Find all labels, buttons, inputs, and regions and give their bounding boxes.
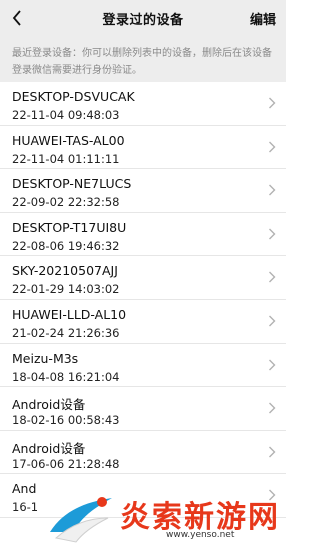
edit-button[interactable]: 编辑 — [250, 9, 276, 28]
device-time: 21-02-24 21:26:36 — [12, 325, 120, 340]
device-name: DESKTOP-T17UI8U — [12, 219, 127, 235]
chevron-right-icon — [269, 184, 276, 196]
watermark-url: www.yenso.net — [166, 530, 235, 540]
device-name: Android设备 — [12, 440, 86, 456]
device-name: HUAWEI-TAS-AL00 — [12, 132, 125, 148]
notice-text: 最近登录设备：你可以删除列表中的设备，删除后在该设备登录微信需要进行身份验证。 — [0, 36, 286, 82]
chevron-right-icon — [269, 141, 276, 153]
device-row[interactable]: DESKTOP-NE7LUCS 22-09-02 22:32:58 — [0, 169, 286, 213]
device-time: 18-04-08 16:21:04 — [12, 369, 120, 384]
device-name: And — [12, 481, 37, 497]
chevron-left-icon — [12, 10, 21, 26]
device-name: Android设备 — [12, 397, 86, 413]
device-row[interactable]: DESKTOP-T17UI8U 22-08-06 19:46:32 — [0, 213, 286, 257]
device-row[interactable]: HUAWEI-LLD-AL10 21-02-24 21:26:36 — [0, 300, 286, 344]
device-row[interactable]: Meizu-M3s 18-04-08 16:21:04 — [0, 344, 286, 388]
device-list: DESKTOP-DSVUCAK 22-11-04 09:48:03 HUAWEI… — [0, 82, 286, 518]
back-button[interactable] — [10, 8, 24, 28]
device-name: DESKTOP-DSVUCAK — [12, 89, 135, 104]
device-name: Meizu-M3s — [12, 350, 79, 366]
device-name: HUAWEI-LLD-AL10 — [12, 306, 127, 322]
device-row[interactable]: Android设备 17-06-06 21:28:48 — [0, 431, 286, 475]
page-title: 登录过的设备 — [102, 12, 184, 28]
device-time: 22-11-04 01:11:11 — [12, 151, 120, 166]
device-time: 18-02-16 00:58:43 — [12, 413, 120, 428]
device-row[interactable]: Android设备 18-02-16 00:58:43 — [0, 387, 286, 431]
device-time: 22-08-06 19:46:32 — [12, 238, 120, 253]
device-row[interactable]: SKY-20210507AJJ 22-01-29 14:03:02 — [0, 256, 286, 300]
nav-bar: 登录过的设备 编辑 — [0, 0, 286, 36]
device-name: DESKTOP-NE7LUCS — [12, 176, 132, 192]
chevron-right-icon — [269, 228, 276, 240]
chevron-right-icon — [269, 315, 276, 327]
device-row[interactable]: DESKTOP-DSVUCAK 22-11-04 09:48:03 — [0, 82, 286, 126]
device-time: 22-09-02 22:32:58 — [12, 195, 120, 210]
device-time: 22-11-04 09:48:03 — [12, 108, 120, 122]
chevron-right-icon — [269, 97, 276, 109]
chevron-right-icon — [269, 446, 276, 458]
watermark-logo-icon — [50, 497, 112, 543]
device-time: 16-1 — [12, 500, 39, 515]
device-row[interactable]: HUAWEI-TAS-AL00 22-11-04 01:11:11 — [0, 126, 286, 170]
device-time: 22-01-29 14:03:02 — [12, 282, 120, 297]
chevron-right-icon — [269, 271, 276, 283]
chevron-right-icon — [269, 402, 276, 414]
device-time: 17-06-06 21:28:48 — [12, 456, 120, 471]
site-watermark: 炎索新游网 www.yenso.net — [46, 486, 286, 546]
chevron-right-icon — [269, 359, 276, 371]
device-name: SKY-20210507AJJ — [12, 263, 118, 279]
